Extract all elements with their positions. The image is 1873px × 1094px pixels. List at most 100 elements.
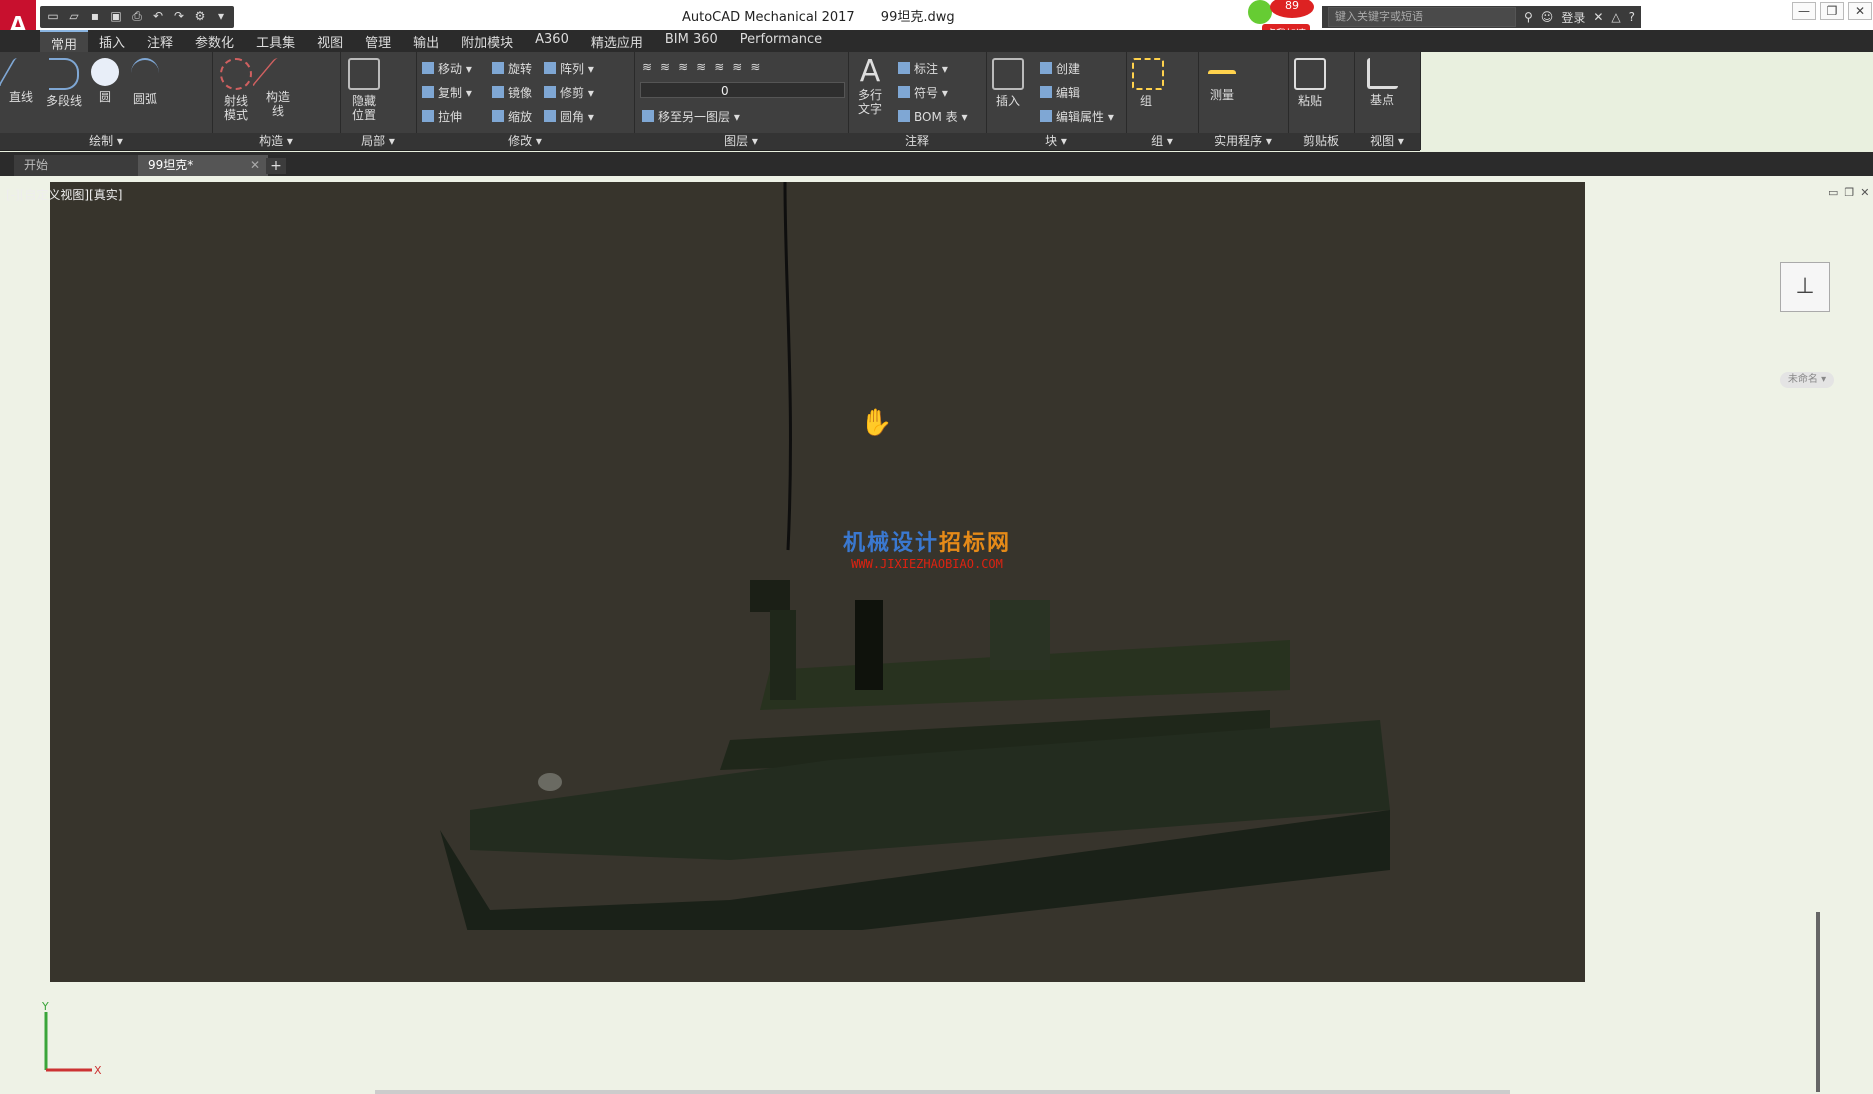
ribbon-tab-11[interactable]: BIM 360: [654, 30, 729, 52]
move-icon: [422, 62, 434, 74]
qat-dropdown-icon[interactable]: ▾: [212, 6, 230, 26]
panel-title-group[interactable]: 组 ▾: [1126, 133, 1198, 150]
fillet-button[interactable]: 圆角 ▾: [544, 108, 594, 125]
ribbon-tab-2[interactable]: 注释: [136, 30, 184, 52]
new-tab-button[interactable]: +: [266, 158, 286, 174]
help-icon[interactable]: ?: [1629, 10, 1635, 24]
hide-pos-button[interactable]: 隐藏 位置: [346, 58, 382, 122]
ribbon-tab-1[interactable]: 插入: [88, 30, 136, 52]
vp-close-icon[interactable]: ✕: [1860, 186, 1869, 199]
new-icon[interactable]: ▭: [44, 6, 62, 26]
watermark: 机械设计招标网 WWW.JIXIEZHAOBIAO.COM: [843, 525, 1011, 571]
panel-title-layer[interactable]: 图层 ▾: [634, 133, 848, 150]
panel-title-block[interactable]: 块 ▾: [986, 133, 1126, 150]
panel-utilities: 测量 实用程序 ▾: [1198, 52, 1289, 150]
mtext-button[interactable]: A 多行 文字: [854, 56, 886, 117]
circle-button[interactable]: 圆: [90, 58, 120, 104]
scale-button[interactable]: 缩放: [492, 108, 532, 125]
minimize-icon[interactable]: —: [1792, 2, 1816, 20]
panel-title-local[interactable]: 局部 ▾: [340, 133, 416, 150]
headlight: [538, 773, 562, 791]
array-button[interactable]: 阵列 ▾: [544, 60, 594, 77]
move-button[interactable]: 移动 ▾: [422, 60, 472, 77]
viewcube-name[interactable]: 未命名 ▾: [1780, 372, 1834, 388]
measure-icon: [1208, 70, 1236, 84]
paste-icon: [1294, 58, 1326, 90]
ribbon-tab-0[interactable]: 常用: [40, 30, 89, 53]
group-button[interactable]: 组: [1132, 58, 1164, 108]
symbol-button[interactable]: 符号 ▾: [898, 84, 948, 101]
paste-button[interactable]: 粘贴: [1294, 58, 1326, 108]
vp-minimize-icon[interactable]: ▭: [1828, 186, 1838, 199]
ribbon-tab-8[interactable]: 附加模块: [450, 30, 524, 52]
tab-current-drawing[interactable]: 99坦克* ✕: [138, 155, 268, 176]
dimension-button[interactable]: 标注 ▾: [898, 60, 948, 77]
rotate-button[interactable]: 旋转: [492, 60, 532, 77]
workspace-icon[interactable]: ⚙: [191, 6, 209, 26]
save-icon[interactable]: ▪: [86, 6, 104, 26]
base-button[interactable]: 基点: [1366, 58, 1398, 107]
close-tab-icon[interactable]: ✕: [250, 155, 260, 176]
insert-button[interactable]: 插入: [992, 58, 1024, 108]
layer-tools[interactable]: ≋≋≋≋≋≋≋: [642, 60, 768, 74]
bom-button[interactable]: BOM 表 ▾: [898, 108, 967, 125]
layer-dropdown[interactable]: 0: [640, 82, 845, 98]
redo-icon[interactable]: ↷: [170, 6, 188, 26]
vertical-scrollbar[interactable]: [1816, 912, 1820, 1092]
saveas-icon[interactable]: ▣: [107, 6, 125, 26]
ribbon-tab-7[interactable]: 输出: [402, 30, 450, 52]
panel-draw: 直线 多段线 圆 圆弧 绘制 ▾: [0, 52, 213, 150]
stretch-button[interactable]: 拉伸: [422, 108, 462, 125]
create-icon: [1040, 62, 1052, 74]
open-icon[interactable]: ▱: [65, 6, 83, 26]
hide-pos-label: 隐藏 位置: [351, 94, 376, 122]
line-button[interactable]: 直线: [0, 58, 45, 104]
exchange-icon[interactable]: ✕: [1593, 10, 1603, 24]
ribbon-tab-5[interactable]: 视图: [306, 30, 354, 52]
horizontal-scrollbar[interactable]: [375, 1090, 1510, 1094]
group-label: 组: [1139, 94, 1152, 108]
circle-label: 圆: [98, 90, 111, 104]
ray-mode-button[interactable]: 射线 模式: [218, 58, 254, 122]
mirror-button[interactable]: 镜像: [492, 84, 532, 101]
ribbon-tab-6[interactable]: 管理: [354, 30, 402, 52]
ribbon-tab-10[interactable]: 精选应用: [580, 30, 654, 52]
panel-annotation: A 多行 文字 标注 ▾ 符号 ▾ BOM 表 ▾ 注释: [848, 52, 987, 150]
construct-line-button[interactable]: 构造 线: [251, 58, 305, 118]
tab-start[interactable]: 开始: [14, 155, 144, 176]
ribbon-tab-4[interactable]: 工具集: [245, 30, 306, 52]
restore-icon[interactable]: ❐: [1820, 2, 1844, 20]
polyline-label: 多段线: [45, 94, 82, 108]
ribbon-tab-12[interactable]: Performance: [729, 30, 833, 52]
panel-clipboard: 粘贴 剪贴板: [1288, 52, 1355, 150]
exhaust-post: [855, 600, 883, 690]
print-icon[interactable]: ⎙: [128, 6, 146, 26]
login-button[interactable]: 登录: [1561, 9, 1585, 26]
move-to-layer-button[interactable]: 移至另一图层 ▾: [642, 108, 740, 125]
copy-button[interactable]: 复制 ▾: [422, 84, 472, 101]
ribbon-tab-9[interactable]: A360: [524, 30, 580, 52]
ribbon-tab-3[interactable]: 参数化: [184, 30, 245, 52]
close-icon[interactable]: ✕: [1848, 2, 1872, 20]
undo-icon[interactable]: ↶: [149, 6, 167, 26]
user-icon: ☺: [1540, 10, 1554, 24]
line-icon: [0, 58, 45, 86]
viewport-label[interactable]: [-][自定义视图][真实]: [6, 186, 122, 203]
search-input[interactable]: 键入关键字或短语: [1328, 7, 1516, 27]
polyline-button[interactable]: 多段线: [44, 58, 84, 108]
panel-title-modify[interactable]: 修改 ▾: [416, 133, 634, 150]
binoculars-icon[interactable]: ⚲: [1524, 10, 1533, 24]
trim-button[interactable]: 修剪 ▾: [544, 84, 594, 101]
vp-restore-icon[interactable]: ❐: [1844, 186, 1854, 199]
panel-title-draw[interactable]: 绘制 ▾: [0, 133, 212, 150]
panel-title-utilities[interactable]: 实用程序 ▾: [1198, 133, 1288, 150]
measure-button[interactable]: 测量: [1204, 58, 1240, 102]
a360-icon[interactable]: △: [1611, 10, 1620, 24]
panel-title-construct[interactable]: 构造 ▾: [212, 133, 340, 150]
create-block-button[interactable]: 创建: [1040, 60, 1080, 77]
viewcube[interactable]: ⊥: [1780, 262, 1830, 312]
panel-title-view[interactable]: 视图 ▾: [1354, 133, 1420, 150]
edit-block-button[interactable]: 编辑: [1040, 84, 1080, 101]
arc-button[interactable]: 圆弧: [130, 58, 160, 106]
edit-attr-button[interactable]: 编辑属性 ▾: [1040, 108, 1114, 125]
